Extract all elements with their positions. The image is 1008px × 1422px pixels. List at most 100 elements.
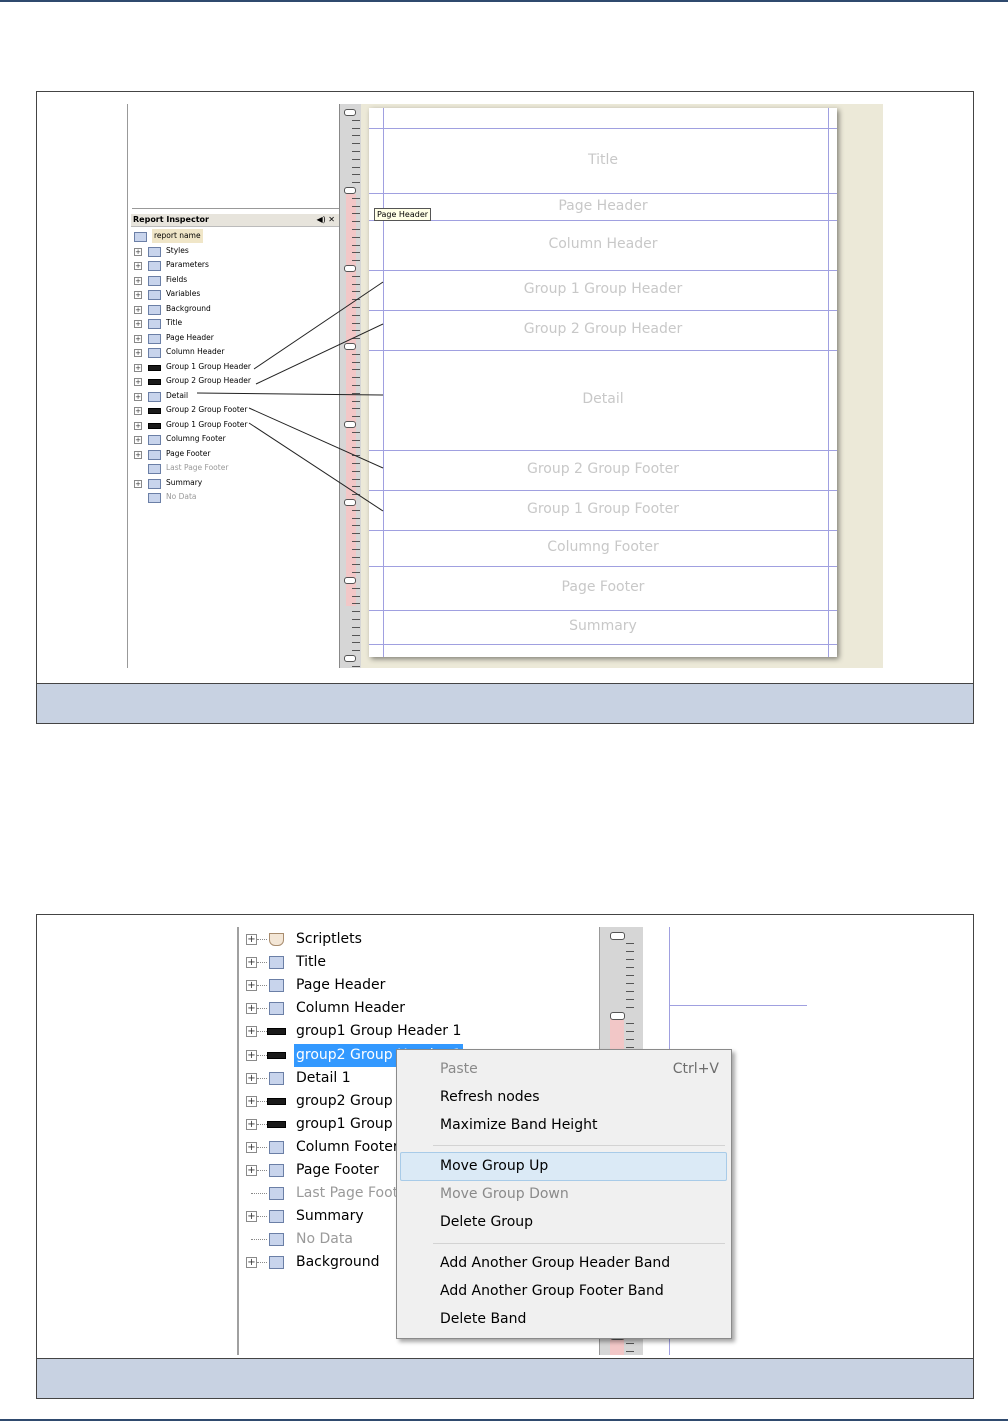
tree-node-label: Detail 1 (296, 1069, 351, 1086)
tree-connector (257, 1146, 267, 1148)
tree-node[interactable]: + Page Header (239, 974, 599, 997)
tree-node-label: group1 Group Header 1 (296, 1023, 462, 1040)
group-band-icon (267, 1028, 286, 1036)
tree-connector (257, 1077, 267, 1079)
menu-item-delete-band[interactable]: Delete Band (397, 1306, 731, 1333)
menu-item-label: Maximize Band Height (440, 1117, 598, 1133)
tree-node[interactable]: + Column Header (239, 997, 599, 1020)
menu-item-label: Move Group Up (440, 1158, 549, 1174)
connector-lines (196, 281, 384, 512)
group-band-icon (267, 1120, 286, 1128)
ruler-tick (626, 1031, 634, 1032)
ruler-tick (626, 959, 634, 960)
ruler-tick (626, 983, 634, 984)
menu-item-refresh-nodes[interactable]: Refresh nodes (397, 1084, 731, 1111)
menu-item-add-group-footer-band[interactable]: Add Another Group Footer Band (397, 1278, 731, 1305)
tree-node-label: Column Footer (296, 1138, 399, 1155)
context-menu: Paste Ctrl+V Refresh nodes Maximize Band… (396, 1049, 732, 1339)
tree-connector (251, 1239, 267, 1241)
menu-separator (433, 1145, 725, 1146)
connector-group1-footer (248, 422, 384, 512)
tree-connector (257, 1100, 267, 1102)
tree-connector (251, 1193, 267, 1195)
ruler-tick (626, 1351, 634, 1352)
ruler-tick (626, 951, 634, 952)
expand-icon[interactable]: + (246, 934, 257, 945)
menu-item-maximize-band-height[interactable]: Maximize Band Height (397, 1112, 731, 1139)
ruler-tick (626, 1023, 634, 1024)
tree-connector (257, 1170, 267, 1171)
tree-connector (257, 1008, 267, 1010)
connector-detail (196, 392, 384, 396)
ruler-tick (626, 943, 634, 944)
page-bottom-rule (0, 1419, 1008, 1421)
menu-item-move-group-up[interactable]: Move Group Up (400, 1152, 727, 1181)
menu-item-delete-group[interactable]: Delete Group (397, 1209, 731, 1236)
band-icon (269, 956, 284, 970)
expand-icon[interactable]: + (246, 1141, 257, 1153)
band-line (669, 1005, 807, 1006)
ruler-tick (626, 1007, 634, 1008)
group-band-icon (267, 1051, 286, 1059)
figure-2-caption-bar (37, 1358, 973, 1398)
menu-item-paste[interactable]: Paste Ctrl+V (397, 1056, 731, 1083)
expand-icon[interactable]: + (246, 1095, 257, 1107)
band-icon (269, 1002, 284, 1016)
tree-node-label: Column Header (296, 1000, 406, 1017)
menu-item-label: Move Group Down (440, 1186, 569, 1202)
band-icon (269, 1071, 284, 1085)
menu-separator (433, 1243, 725, 1244)
menu-item-move-group-down[interactable]: Move Group Down (397, 1181, 731, 1208)
menu-item-shortcut: Ctrl+V (672, 1061, 719, 1077)
band-icon (269, 1256, 284, 1270)
expand-icon[interactable]: + (246, 1072, 257, 1084)
expand-icon[interactable]: + (246, 1049, 257, 1061)
group-band-icon (267, 1097, 286, 1105)
expand-icon[interactable]: + (246, 1026, 257, 1038)
tree-node[interactable]: + Title (239, 951, 599, 974)
tree-connector (257, 1262, 267, 1264)
tree-node-label: No Data (296, 1231, 353, 1248)
ruler-tick (626, 967, 634, 968)
tree-connector (257, 939, 267, 940)
scriptlets-icon (269, 933, 284, 946)
tree-node[interactable]: + Scriptlets (239, 928, 599, 951)
ruler-tick (626, 991, 634, 992)
tree-node-label: Background (296, 1254, 380, 1271)
ruler-tick (626, 999, 634, 1000)
expand-icon[interactable]: + (246, 1165, 257, 1176)
tree-node-label: Page Header (296, 977, 386, 994)
ruler-tick (626, 975, 634, 976)
menu-item-label: Add Another Group Footer Band (440, 1283, 664, 1299)
tree-node[interactable]: + group1 Group Header 1 (239, 1020, 599, 1043)
tree-connector (257, 1031, 267, 1033)
tree-connector (257, 1123, 267, 1125)
band-icon (269, 1233, 284, 1247)
menu-item-label: Delete Band (440, 1311, 527, 1327)
connector-group2-footer (248, 407, 384, 469)
band-icon (269, 1187, 284, 1201)
figure-1-caption-bar (37, 683, 973, 723)
ruler-zero-marker (610, 932, 625, 940)
menu-item-label: Paste (440, 1061, 478, 1077)
tree-connector (257, 1054, 267, 1056)
expand-icon[interactable]: + (246, 1257, 257, 1269)
expand-icon[interactable]: + (246, 980, 257, 992)
ruler-tick (626, 1047, 634, 1048)
tree-connector (257, 1216, 267, 1218)
expand-icon[interactable]: + (246, 1003, 257, 1015)
connector-group2-header (255, 323, 384, 385)
expand-icon[interactable]: + (246, 957, 257, 969)
menu-item-add-group-header-band[interactable]: Add Another Group Header Band (397, 1250, 731, 1277)
band-icon (269, 1140, 284, 1154)
band-icon (269, 1210, 284, 1224)
ruler-zero-marker (610, 1012, 625, 1020)
tree-node-label: Summary (296, 1208, 364, 1225)
figure-1: Report Inspector ◀) ✕ report name + Styles… (36, 91, 974, 724)
band-icon (269, 979, 284, 993)
expand-icon[interactable]: + (246, 1118, 257, 1130)
tree-connector (257, 962, 267, 964)
menu-item-label: Add Another Group Header Band (440, 1255, 671, 1271)
tree-node-label: Page Footer (296, 1162, 379, 1178)
expand-icon[interactable]: + (246, 1211, 257, 1223)
